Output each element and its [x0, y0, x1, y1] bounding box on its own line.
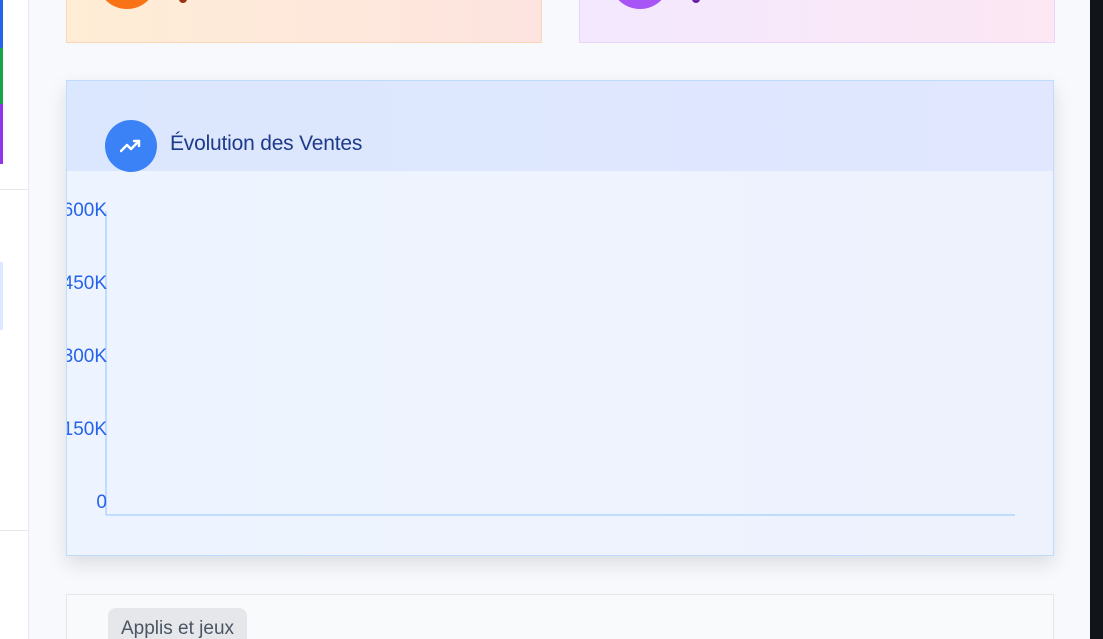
stat-label-fragment [179, 0, 187, 3]
sidebar-active-indicator [0, 262, 3, 330]
stat-label-fragment [692, 0, 700, 3]
dashboard-page: Évolution des Ventes 0 150K 300K 450K 600K A… [0, 0, 1103, 639]
stat-card-purple [579, 0, 1055, 43]
window-edge [1090, 0, 1103, 639]
sales-chart: 0 150K 300K 450K 600K [67, 200, 1015, 516]
y-tick-label: 450K [67, 273, 107, 294]
sidebar-accent-blue[interactable] [0, 0, 3, 48]
apps-games-chip[interactable]: Applis et jeux [108, 608, 248, 639]
sales-chart-card: Évolution des Ventes 0 150K 300K 450K 600K [66, 80, 1054, 556]
y-tick-label: 150K [67, 419, 107, 440]
sidebar-accent-green[interactable] [0, 48, 3, 104]
y-tick-label: 0 [96, 492, 107, 513]
sidebar [0, 0, 29, 639]
sidebar-divider [0, 530, 28, 531]
sidebar-accent-purple[interactable] [0, 104, 3, 164]
sidebar-divider [0, 189, 28, 190]
stat-card-orange [66, 0, 542, 43]
y-tick-label: 300K [67, 346, 107, 367]
y-tick-label: 600K [67, 200, 107, 221]
stat-icon [610, 0, 670, 9]
apps-card: Applis et jeux [66, 594, 1054, 639]
stat-icon [97, 0, 157, 9]
